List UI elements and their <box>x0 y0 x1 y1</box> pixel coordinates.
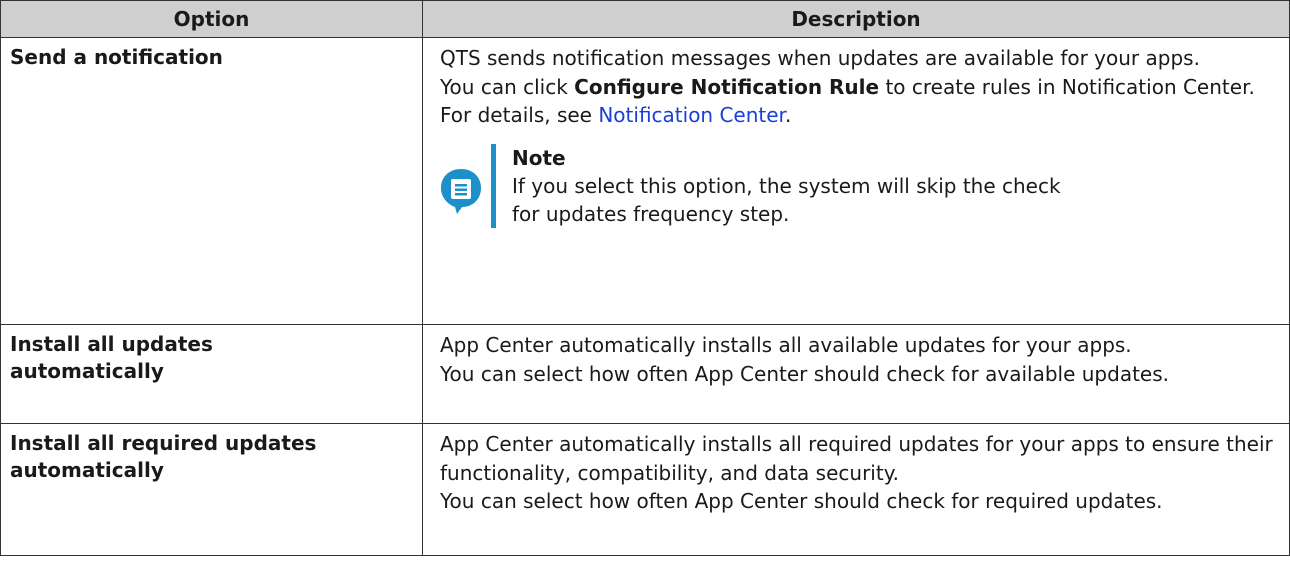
note-text: If you select this option, the system wi… <box>512 173 1061 226</box>
description-text-part: . <box>784 103 792 127</box>
option-name: Send a notification <box>0 37 423 325</box>
table-row: Send a notification QTS sends notificati… <box>0 37 1290 325</box>
table-row: Install all updates automatically App Ce… <box>0 324 1290 424</box>
option-name: Install all updates automatically <box>0 324 423 424</box>
description-text: QTS sends notification messages when upd… <box>440 46 1200 70</box>
note-body: Note If you select this option, the syst… <box>491 143 1092 228</box>
description-text-part: You can click <box>440 74 575 99</box>
table-header-row: Option Description <box>0 0 1290 38</box>
notification-center-link[interactable]: Notification Center <box>598 103 785 127</box>
option-name: Install all required updates automatical… <box>0 423 423 556</box>
column-header-description: Description <box>422 0 1290 38</box>
option-description: App Center automatically installs all av… <box>422 324 1290 424</box>
option-description: App Center automatically installs all re… <box>422 423 1290 556</box>
note-icon <box>441 168 481 214</box>
options-table: Option Description Send a notification Q… <box>0 0 1290 556</box>
table-row: Install all required updates automatical… <box>0 423 1290 556</box>
description-text: You can select how often App Center shou… <box>440 361 1169 386</box>
description-text: You can select how often App Center shou… <box>440 489 1163 513</box>
description-text: App Center automatically installs all av… <box>440 333 1132 357</box>
note-callout: Note If you select this option, the syst… <box>440 143 1279 228</box>
option-description: QTS sends notification messages when upd… <box>422 37 1290 325</box>
description-text: App Center automatically installs all re… <box>440 432 1273 485</box>
note-title: Note <box>512 145 566 170</box>
column-header-option: Option <box>0 0 423 38</box>
description-text: You can click Configure Notification Rul… <box>440 73 1279 130</box>
configure-notification-rule-label: Configure Notification Rule <box>574 74 880 99</box>
